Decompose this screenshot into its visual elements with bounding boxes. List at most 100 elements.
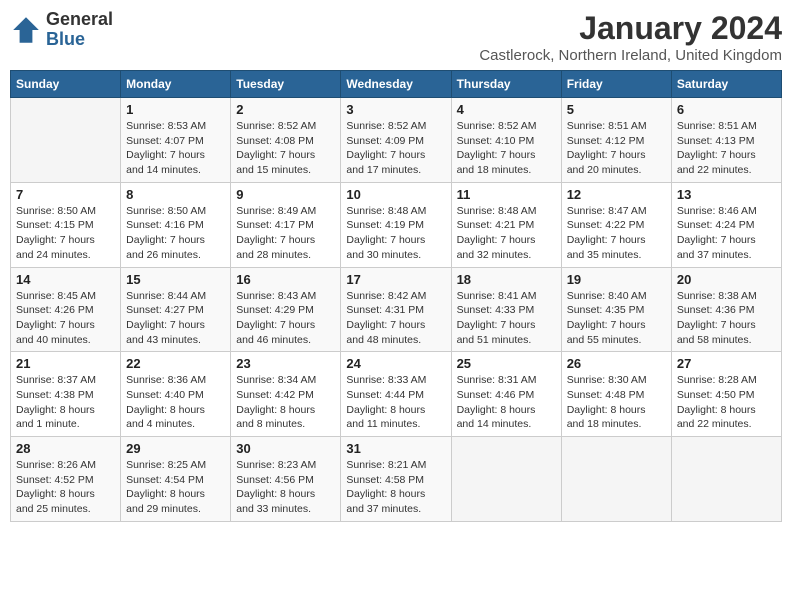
day-detail: Sunrise: 8:46 AMSunset: 4:24 PMDaylight:…: [677, 204, 776, 263]
calendar-header: SundayMondayTuesdayWednesdayThursdayFrid…: [11, 71, 782, 98]
logo-icon: [10, 14, 42, 46]
day-number: 1: [126, 102, 225, 117]
day-detail: Sunrise: 8:34 AMSunset: 4:42 PMDaylight:…: [236, 373, 335, 432]
day-detail: Sunrise: 8:41 AMSunset: 4:33 PMDaylight:…: [457, 289, 556, 348]
calendar-cell: [561, 437, 671, 522]
day-detail: Sunrise: 8:33 AMSunset: 4:44 PMDaylight:…: [346, 373, 445, 432]
day-detail: Sunrise: 8:37 AMSunset: 4:38 PMDaylight:…: [16, 373, 115, 432]
day-number: 5: [567, 102, 666, 117]
day-number: 26: [567, 356, 666, 371]
day-number: 14: [16, 272, 115, 287]
day-detail: Sunrise: 8:21 AMSunset: 4:58 PMDaylight:…: [346, 458, 445, 517]
day-number: 16: [236, 272, 335, 287]
day-number: 2: [236, 102, 335, 117]
day-number: 10: [346, 187, 445, 202]
day-detail: Sunrise: 8:51 AMSunset: 4:13 PMDaylight:…: [677, 119, 776, 178]
calendar-cell: 30Sunrise: 8:23 AMSunset: 4:56 PMDayligh…: [231, 437, 341, 522]
calendar-cell: 14Sunrise: 8:45 AMSunset: 4:26 PMDayligh…: [11, 267, 121, 352]
calendar-cell: 24 Sunrise: 8:33 AMSunset: 4:44 PMDayligh…: [341, 352, 451, 437]
day-detail: Sunrise: 8:53 AMSunset: 4:07 PMDaylight:…: [126, 119, 225, 178]
day-detail: Sunrise: 8:43 AMSunset: 4:29 PMDaylight:…: [236, 289, 335, 348]
calendar-cell: 8 Sunrise: 8:50 AMSunset: 4:16 PMDaylight…: [121, 182, 231, 267]
day-number: 12: [567, 187, 666, 202]
calendar-cell: 3 Sunrise: 8:52 AMSunset: 4:09 PMDaylight…: [341, 98, 451, 183]
header-sunday: Sunday: [11, 71, 121, 98]
day-number: 23: [236, 356, 335, 371]
day-number: 6: [677, 102, 776, 117]
header-friday: Friday: [561, 71, 671, 98]
calendar-cell: 19 Sunrise: 8:40 AMSunset: 4:35 PMDayligh…: [561, 267, 671, 352]
day-detail: Sunrise: 8:47 AMSunset: 4:22 PMDaylight:…: [567, 204, 666, 263]
day-detail: Sunrise: 8:42 AMSunset: 4:31 PMDaylight:…: [346, 289, 445, 348]
calendar-cell: 21Sunrise: 8:37 AMSunset: 4:38 PMDayligh…: [11, 352, 121, 437]
calendar-cell: 12 Sunrise: 8:47 AMSunset: 4:22 PMDayligh…: [561, 182, 671, 267]
calendar-cell: 1 Sunrise: 8:53 AMSunset: 4:07 PMDaylight…: [121, 98, 231, 183]
day-number: 4: [457, 102, 556, 117]
calendar-table: SundayMondayTuesdayWednesdayThursdayFrid…: [10, 70, 782, 522]
week-row-1: 1 Sunrise: 8:53 AMSunset: 4:07 PMDaylight…: [11, 98, 782, 183]
header-thursday: Thursday: [451, 71, 561, 98]
calendar-cell: [451, 437, 561, 522]
day-number: 30: [236, 441, 335, 456]
day-number: 20: [677, 272, 776, 287]
calendar-cell: 17 Sunrise: 8:42 AMSunset: 4:31 PMDayligh…: [341, 267, 451, 352]
day-number: 15: [126, 272, 225, 287]
calendar-cell: 5Sunrise: 8:51 AMSunset: 4:12 PMDaylight…: [561, 98, 671, 183]
day-detail: Sunrise: 8:50 AMSunset: 4:16 PMDaylight:…: [126, 204, 225, 263]
day-detail: Sunrise: 8:26 AMSunset: 4:52 PMDaylight:…: [16, 458, 115, 517]
calendar-cell: 11Sunrise: 8:48 AMSunset: 4:21 PMDayligh…: [451, 182, 561, 267]
day-number: 8: [126, 187, 225, 202]
day-number: 25: [457, 356, 556, 371]
day-number: 22: [126, 356, 225, 371]
day-detail: Sunrise: 8:52 AMSunset: 4:09 PMDaylight:…: [346, 119, 445, 178]
header-saturday: Saturday: [671, 71, 781, 98]
calendar-cell: 28Sunrise: 8:26 AMSunset: 4:52 PMDayligh…: [11, 437, 121, 522]
day-number: 31: [346, 441, 445, 456]
day-detail: Sunrise: 8:49 AMSunset: 4:17 PMDaylight:…: [236, 204, 335, 263]
calendar-cell: 27Sunrise: 8:28 AMSunset: 4:50 PMDayligh…: [671, 352, 781, 437]
day-detail: Sunrise: 8:48 AMSunset: 4:19 PMDaylight:…: [346, 204, 445, 263]
calendar-cell: 2 Sunrise: 8:52 AMSunset: 4:08 PMDaylight…: [231, 98, 341, 183]
day-detail: Sunrise: 8:25 AMSunset: 4:54 PMDaylight:…: [126, 458, 225, 517]
location-subtitle: Castlerock, Northern Ireland, United Kin…: [479, 47, 782, 64]
day-number: 29: [126, 441, 225, 456]
calendar-cell: 9 Sunrise: 8:49 AMSunset: 4:17 PMDaylight…: [231, 182, 341, 267]
day-number: 13: [677, 187, 776, 202]
header-tuesday: Tuesday: [231, 71, 341, 98]
day-detail: Sunrise: 8:38 AMSunset: 4:36 PMDaylight:…: [677, 289, 776, 348]
day-detail: Sunrise: 8:31 AMSunset: 4:46 PMDaylight:…: [457, 373, 556, 432]
day-detail: Sunrise: 8:28 AMSunset: 4:50 PMDaylight:…: [677, 373, 776, 432]
calendar-cell: 31 Sunrise: 8:21 AMSunset: 4:58 PMDayligh…: [341, 437, 451, 522]
calendar-cell: 15Sunrise: 8:44 AMSunset: 4:27 PMDayligh…: [121, 267, 231, 352]
day-detail: Sunrise: 8:40 AMSunset: 4:35 PMDaylight:…: [567, 289, 666, 348]
week-row-5: 28Sunrise: 8:26 AMSunset: 4:52 PMDayligh…: [11, 437, 782, 522]
day-detail: Sunrise: 8:52 AMSunset: 4:10 PMDaylight:…: [457, 119, 556, 178]
day-number: 7: [16, 187, 115, 202]
calendar-cell: 10 Sunrise: 8:48 AMSunset: 4:19 PMDayligh…: [341, 182, 451, 267]
day-number: 18: [457, 272, 556, 287]
day-detail: Sunrise: 8:48 AMSunset: 4:21 PMDaylight:…: [457, 204, 556, 263]
header-wednesday: Wednesday: [341, 71, 451, 98]
page-header: General Blue January 2024 Castlerock, No…: [10, 10, 782, 64]
calendar-cell: 16 Sunrise: 8:43 AMSunset: 4:29 PMDayligh…: [231, 267, 341, 352]
calendar-cell: 29 Sunrise: 8:25 AMSunset: 4:54 PMDayligh…: [121, 437, 231, 522]
title-block: January 2024 Castlerock, Northern Irelan…: [479, 10, 782, 64]
calendar-cell: 20 Sunrise: 8:38 AMSunset: 4:36 PMDayligh…: [671, 267, 781, 352]
day-number: 3: [346, 102, 445, 117]
logo: General Blue: [10, 10, 113, 50]
day-number: 17: [346, 272, 445, 287]
week-row-3: 14Sunrise: 8:45 AMSunset: 4:26 PMDayligh…: [11, 267, 782, 352]
header-row: SundayMondayTuesdayWednesdayThursdayFrid…: [11, 71, 782, 98]
calendar-cell: [11, 98, 121, 183]
calendar-cell: 18 Sunrise: 8:41 AMSunset: 4:33 PMDayligh…: [451, 267, 561, 352]
day-detail: Sunrise: 8:52 AMSunset: 4:08 PMDaylight:…: [236, 119, 335, 178]
day-number: 19: [567, 272, 666, 287]
day-number: 24: [346, 356, 445, 371]
logo-text: General Blue: [46, 10, 113, 50]
day-number: 9: [236, 187, 335, 202]
month-year-title: January 2024: [479, 10, 782, 47]
calendar-cell: 7 Sunrise: 8:50 AMSunset: 4:15 PMDaylight…: [11, 182, 121, 267]
logo-blue: Blue: [46, 30, 113, 50]
day-detail: Sunrise: 8:50 AMSunset: 4:15 PMDaylight:…: [16, 204, 115, 263]
week-row-2: 7 Sunrise: 8:50 AMSunset: 4:15 PMDaylight…: [11, 182, 782, 267]
